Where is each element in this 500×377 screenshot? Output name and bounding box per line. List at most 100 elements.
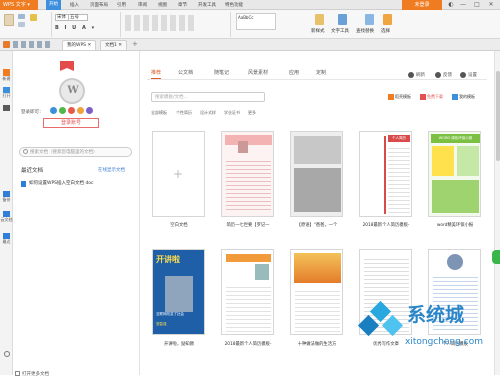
green-paper-block [432, 146, 454, 176]
category-certificate[interactable]: 学业证书 [224, 110, 240, 116]
menu-tab-chapter[interactable]: 章节 [178, 2, 187, 8]
refresh-button[interactable]: 刷新 [416, 72, 425, 78]
format-painter-icon[interactable] [30, 14, 37, 21]
style-gallery[interactable]: AaBbCc [236, 13, 276, 30]
category-all[interactable]: 全部模板 [151, 110, 167, 116]
tab-apps[interactable]: 应用 [289, 69, 299, 76]
plus-icon: + [173, 167, 184, 181]
close-icon[interactable]: ✕ [486, 1, 496, 9]
template-tile-resume-red[interactable] [221, 131, 274, 217]
quick-save-icon[interactable] [3, 41, 10, 48]
text-tool-icon[interactable] [338, 14, 347, 25]
ribbon-toolbar: 宋体（正文） 五号 B I U A ▾ AaBbCc 新样式 文字工具 查找替换… [0, 10, 500, 39]
template-tile-green-paper[interactable]: WORD 绿色环保小报 [428, 131, 481, 217]
menu-tab-insert[interactable]: 插入 [70, 2, 79, 8]
menu-tab-layout[interactable]: 页面布局 [90, 2, 108, 8]
my-templates-button[interactable]: 我的模板 [452, 93, 475, 101]
settings-button[interactable]: 设置 [468, 72, 477, 78]
minimize-icon[interactable]: — [458, 1, 468, 9]
my-template-icon [452, 94, 458, 100]
menu-tab-devtools[interactable]: 开发工具 [198, 2, 216, 8]
phone-icon[interactable] [86, 107, 93, 114]
template-tile-sunset[interactable] [290, 249, 343, 335]
tab-document1[interactable]: 文档1 ✕ [100, 40, 128, 50]
category-resume[interactable]: 个性简历 [176, 110, 192, 116]
template-tile-comic[interactable] [290, 131, 343, 217]
recent-online-link[interactable]: 在线显示文档 [98, 167, 125, 173]
menu-tab-view[interactable]: 视图 [158, 2, 167, 8]
free-download-button[interactable]: 免费下载 [420, 93, 443, 101]
refresh-icon[interactable] [408, 72, 414, 78]
photo-placeholder [447, 254, 463, 270]
tile-header-graphic [225, 135, 272, 145]
docer-icon [388, 94, 394, 100]
cut-icon[interactable] [18, 14, 25, 19]
category-design[interactable]: 设计式样 [200, 110, 216, 116]
select-icon[interactable] [383, 14, 392, 25]
template-icon [3, 105, 10, 111]
font-style-buttons[interactable]: B I U A ▾ [55, 25, 115, 32]
doc-search-input[interactable]: 搜索文档（搜索您电脑里的文档） [19, 147, 132, 157]
tab-underline [147, 79, 487, 80]
new-style-icon[interactable] [315, 14, 324, 25]
template-tile-resume-red2[interactable]: 个人简历 [359, 131, 412, 217]
tab-my-wps-label: 我的WPS [67, 43, 87, 48]
nav-template[interactable] [0, 105, 13, 111]
qq-icon[interactable] [50, 107, 57, 114]
category-more[interactable]: 更多 [248, 110, 256, 116]
app-menu-button[interactable]: WPS 文字 ▾ [0, 0, 38, 10]
side-float-icon[interactable] [492, 250, 500, 264]
green-paper-title: WORD 绿色环保小报 [431, 134, 480, 143]
ribbon-separator [230, 12, 231, 37]
template-tile-blank[interactable]: + [152, 131, 205, 217]
menu-tab-reference[interactable]: 引用 [117, 2, 126, 8]
menu-tab-review[interactable]: 审阅 [138, 2, 147, 8]
nav-cloud[interactable]: 云文档 [0, 211, 13, 223]
paste-icon[interactable] [4, 14, 14, 26]
template-search-input[interactable]: 搜索模板/文档... [151, 92, 265, 102]
copy-icon[interactable] [18, 22, 25, 27]
recent-file-item[interactable]: 如何设置WPS插入空白文档 doc [21, 180, 131, 188]
find-replace-label: 查找替换 [356, 29, 374, 34]
paragraph-tools[interactable] [125, 15, 195, 31]
font-size-select[interactable]: 五号 [68, 14, 88, 21]
weibo-icon[interactable] [68, 107, 75, 114]
menu-tab-features[interactable]: 特色功能 [225, 2, 243, 8]
nav-new[interactable]: 新建 [0, 69, 13, 82]
login-account-button[interactable]: 登录账号 [43, 118, 99, 128]
tab-notes[interactable]: 随笔记 [214, 69, 229, 76]
docer-template-button[interactable]: 稻壳模板 [388, 93, 411, 101]
tab-custom[interactable]: 定制 [316, 69, 326, 76]
photo-placeholder [255, 264, 269, 280]
portrait-photo [165, 276, 193, 312]
skin-icon[interactable]: ◐ [446, 1, 456, 9]
open-more-docs-link[interactable]: 打开更多文档 [22, 371, 49, 377]
template-label: 2018最新个人简历模板- [362, 223, 410, 228]
bookmark-icon [60, 61, 74, 71]
nav-recent[interactable]: 最近 [0, 233, 13, 245]
nav-settings[interactable] [0, 351, 13, 357]
login-button[interactable]: 未登录 [402, 0, 442, 10]
nav-open[interactable]: 打开 [0, 87, 13, 99]
xiaomi-icon[interactable] [77, 107, 84, 114]
tab-official[interactable]: 公文档 [178, 69, 193, 76]
scrollbar-thumb[interactable] [496, 71, 500, 161]
resume-title: 个人简历 [388, 135, 410, 142]
tab-document1-label: 文档1 [105, 43, 117, 48]
tab-my-wps[interactable]: 我的WPS ✕ [62, 40, 97, 50]
tab-scenery[interactable]: 风景素材 [248, 69, 268, 76]
menu-tab-home[interactable]: 开始 [46, 0, 61, 10]
template-tile-poster[interactable]: 开讲啦 互联网改变了社会 邹智强 [152, 249, 205, 335]
maximize-icon[interactable]: □ [472, 1, 482, 9]
wps-logo-avatar[interactable]: W [59, 78, 85, 104]
nav-backup[interactable]: 备份 [0, 191, 13, 203]
new-tab-button[interactable]: + [132, 41, 138, 48]
poster-subtitle: 互联网改变了社会 [156, 312, 184, 316]
wechat-icon[interactable] [59, 107, 66, 114]
template-tile-resume[interactable] [221, 249, 274, 335]
quick-access-icons[interactable] [13, 41, 51, 48]
find-replace-icon[interactable] [365, 14, 374, 25]
feedback-button[interactable]: 反馈 [443, 72, 452, 78]
feedback-icon[interactable] [435, 72, 441, 78]
settings-gear-icon[interactable] [460, 72, 466, 78]
